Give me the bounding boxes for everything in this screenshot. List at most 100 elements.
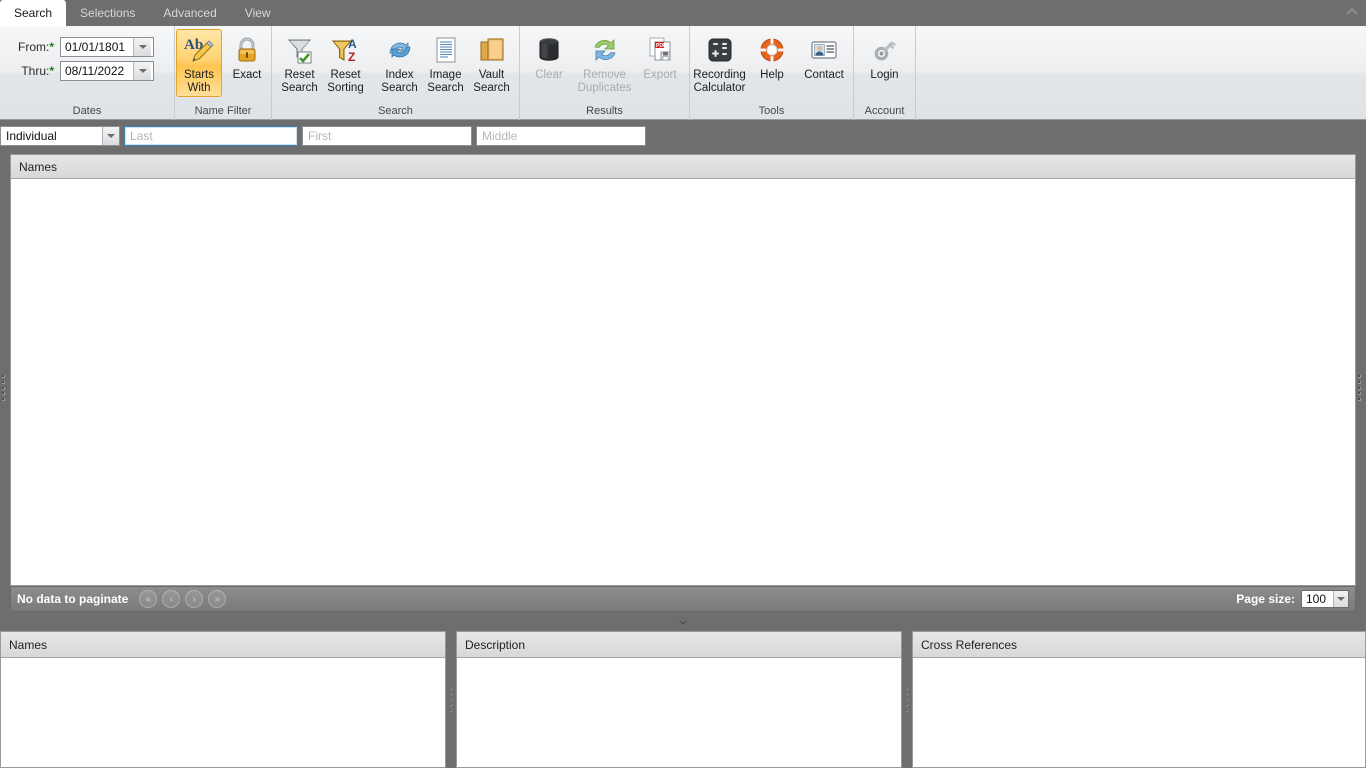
recording-calculator-label: Recording Calculator — [693, 69, 745, 94]
ribbon-group-search: Reset Search A Z Reset Sorting — [272, 26, 520, 120]
lifebuoy-icon — [756, 34, 788, 66]
thru-date-dropdown-button[interactable] — [133, 62, 151, 80]
recording-calculator-button[interactable]: Recording Calculator — [696, 29, 743, 97]
page-size-select[interactable]: 100 — [1301, 590, 1349, 608]
remove-duplicates-button[interactable]: Remove Duplicates — [574, 29, 635, 97]
first-page-button[interactable]: « — [139, 590, 157, 608]
page-size-label: Page size: — [1236, 592, 1295, 606]
clear-label: Clear — [535, 69, 562, 82]
contact-button[interactable]: Contact — [801, 29, 847, 85]
detail-panel-names-body[interactable] — [1, 658, 445, 767]
last-name-field-wrap[interactable] — [124, 126, 298, 146]
left-panel-splitter[interactable] — [2, 375, 6, 401]
detail-panel-cross-references-title: Cross References — [921, 638, 1017, 652]
starts-with-button[interactable]: Ab Starts With — [176, 29, 222, 97]
search-type-value: Individual — [1, 129, 102, 143]
books-icon — [476, 34, 508, 66]
help-button[interactable]: Help — [749, 29, 795, 85]
date-thru-row: Thru:* — [18, 61, 154, 81]
key-icon — [869, 34, 901, 66]
results-grid-header[interactable]: Names — [11, 155, 1355, 179]
trash-icon — [533, 34, 565, 66]
horizontal-splitter[interactable] — [0, 613, 1366, 631]
ribbon-group-account: Login Account — [854, 26, 916, 120]
reset-search-button[interactable]: Reset Search — [277, 29, 323, 97]
search-type-select[interactable]: Individual — [0, 126, 120, 146]
middle-name-input[interactable] — [477, 127, 645, 145]
page-size-dropdown-button[interactable] — [1333, 591, 1348, 607]
login-label: Login — [870, 69, 898, 82]
last-page-button[interactable]: » — [208, 590, 226, 608]
right-panel-splitter[interactable] — [1358, 375, 1362, 401]
description-crossref-splitter[interactable] — [902, 631, 912, 768]
chevron-down-icon — [107, 134, 115, 138]
detail-panel-description[interactable]: Description — [456, 631, 902, 768]
tab-view[interactable]: View — [231, 0, 285, 26]
contact-label: Contact — [804, 69, 844, 82]
detail-panel-description-title: Description — [465, 638, 525, 652]
thru-date-input[interactable] — [61, 62, 133, 80]
reset-sorting-label: Reset Sorting — [327, 69, 363, 94]
ribbon: From:* Thru:* — [0, 26, 1366, 120]
names-description-splitter[interactable] — [446, 631, 456, 768]
clear-button[interactable]: Clear — [526, 29, 572, 85]
lock-icon — [231, 34, 263, 66]
reset-search-label: Reset Search — [281, 69, 317, 94]
export-label: Export — [643, 69, 676, 82]
search-type-dropdown-button[interactable] — [102, 127, 119, 145]
login-button[interactable]: Login — [862, 29, 908, 85]
vault-search-label: Vault Search — [473, 69, 509, 94]
first-name-field-wrap[interactable] — [302, 126, 472, 146]
exact-button[interactable]: Exact — [224, 29, 270, 97]
ribbon-filler — [916, 26, 1366, 119]
image-search-label: Image Search — [427, 69, 463, 94]
detail-panel-description-body[interactable] — [457, 658, 901, 767]
group-label-account: Account — [860, 104, 909, 120]
group-label-tools: Tools — [696, 104, 847, 120]
middle-name-field-wrap[interactable] — [476, 126, 646, 146]
tab-selections[interactable]: Selections — [66, 0, 149, 26]
from-label: From:* — [18, 40, 60, 54]
from-date-input[interactable] — [61, 38, 133, 56]
results-grid-body[interactable] — [11, 179, 1355, 585]
tab-advanced[interactable]: Advanced — [149, 0, 230, 26]
ribbon-group-name-filter: Ab Starts With — [175, 26, 272, 120]
pagination-bar: No data to paginate « ‹ › » Page size: 1… — [10, 586, 1356, 612]
index-search-button[interactable]: Index Search — [377, 29, 423, 97]
next-page-button[interactable]: › — [185, 590, 203, 608]
index-search-label: Index Search — [381, 69, 417, 94]
results-grid-column-names: Names — [19, 160, 57, 174]
detail-panel-names[interactable]: Names — [0, 631, 446, 768]
sync-arrows-icon — [589, 34, 621, 66]
detail-panel-cross-references[interactable]: Cross References — [912, 631, 1366, 768]
thru-date-picker[interactable] — [60, 61, 154, 81]
date-from-row: From:* — [18, 37, 154, 57]
reset-sorting-button[interactable]: A Z Reset Sorting — [323, 29, 369, 97]
last-name-input[interactable] — [125, 127, 297, 145]
splitter-grip-icon — [678, 620, 688, 625]
chevron-down-icon — [1337, 597, 1345, 601]
export-button[interactable]: PDF Export — [637, 29, 683, 85]
first-name-input[interactable] — [303, 127, 471, 145]
splitter-grip-icon — [450, 688, 453, 712]
thru-label: Thru:* — [18, 64, 60, 78]
ribbon-group-tools: Recording Calculator Help — [690, 26, 854, 120]
from-date-picker[interactable] — [60, 37, 154, 57]
ribbon-group-dates: From:* Thru:* — [0, 26, 175, 120]
results-grid[interactable]: Names — [10, 154, 1356, 586]
remove-duplicates-label: Remove Duplicates — [578, 69, 632, 94]
calculator-icon — [704, 34, 736, 66]
prev-page-button[interactable]: ‹ — [162, 590, 180, 608]
from-date-dropdown-button[interactable] — [133, 38, 151, 56]
ribbon-tab-strip: Search Selections Advanced View — [0, 0, 1366, 26]
document-icon — [430, 34, 462, 66]
ab-pencil-icon: Ab — [183, 34, 215, 66]
group-label-search: Search — [278, 104, 513, 120]
chevron-up-icon[interactable] — [1344, 4, 1360, 20]
vault-search-button[interactable]: Vault Search — [469, 29, 515, 97]
chevron-down-icon — [139, 69, 147, 73]
image-search-button[interactable]: Image Search — [423, 29, 469, 97]
pagination-controls: No data to paginate « ‹ › » — [17, 590, 226, 608]
detail-panel-cross-references-body[interactable] — [913, 658, 1365, 767]
tab-search[interactable]: Search — [0, 0, 66, 26]
